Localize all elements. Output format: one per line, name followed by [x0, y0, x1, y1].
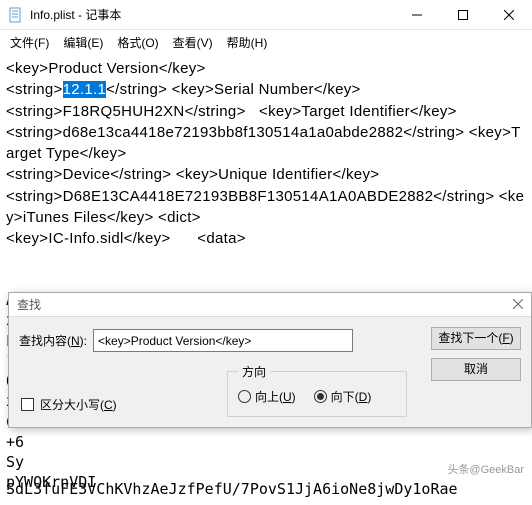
radio-icon — [314, 390, 327, 403]
minimize-button[interactable] — [394, 0, 440, 30]
window-title: Info.plist - 记事本 — [30, 6, 394, 23]
find-title-bar: 查找 — [9, 293, 531, 317]
close-button[interactable] — [486, 0, 532, 30]
case-checkbox-row[interactable]: 区分大小写(C) — [21, 396, 117, 413]
direction-label: 方向 — [238, 363, 270, 380]
cancel-button[interactable]: 取消 — [431, 358, 521, 381]
menu-view[interactable]: 查看(V) — [167, 32, 219, 53]
window-buttons — [394, 0, 532, 30]
find-title: 查找 — [17, 296, 513, 313]
find-next-button[interactable]: 查找下一个(F) — [431, 327, 521, 350]
radio-up[interactable]: 向上(U) — [238, 388, 296, 405]
editor-content[interactable]: <key>Product Version</key> <string>12.1.… — [0, 54, 532, 253]
title-bar: Info.plist - 记事本 — [0, 0, 532, 30]
checkbox-icon — [21, 398, 34, 411]
footer-text: SdL3fuFE3VChKVhzAeJzfPefU/7PovS1JjA6ioNe… — [6, 479, 526, 499]
find-label: 查找内容(N): — [19, 332, 87, 349]
find-buttons: 查找下一个(F) 取消 — [431, 327, 521, 381]
maximize-button[interactable] — [440, 0, 486, 30]
menu-help[interactable]: 帮助(H) — [221, 32, 274, 53]
direction-group: 方向 向上(U) 向下(D) — [227, 363, 407, 417]
radio-down[interactable]: 向下(D) — [314, 388, 372, 405]
find-dialog: 查找 查找内容(N): 查找下一个(F) 取消 方向 向上(U) 向下(D) 区… — [8, 292, 532, 428]
find-close-icon[interactable] — [513, 298, 523, 312]
find-input[interactable] — [93, 329, 353, 352]
menu-format[interactable]: 格式(O) — [111, 32, 164, 53]
find-body: 查找内容(N): 查找下一个(F) 取消 方向 向上(U) 向下(D) 区分大小… — [9, 317, 531, 427]
text-post: </string> <key>Serial Number</key> <stri… — [6, 81, 524, 247]
radio-icon — [238, 390, 251, 403]
menu-file[interactable]: 文件(F) — [4, 32, 55, 53]
notepad-icon — [8, 7, 24, 23]
case-label: 区分大小写(C) — [40, 396, 117, 413]
menu-bar: 文件(F) 编辑(E) 格式(O) 查看(V) 帮助(H) — [0, 30, 532, 54]
menu-edit[interactable]: 编辑(E) — [57, 32, 109, 53]
selected-text: 12.1.1 — [63, 81, 107, 98]
watermark: 头条@GeekBar — [447, 461, 524, 477]
